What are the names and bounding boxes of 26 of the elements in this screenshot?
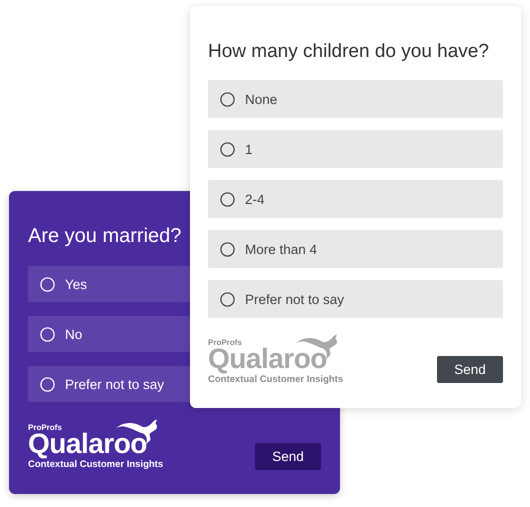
radio-icon <box>220 142 235 156</box>
radio-icon <box>40 276 55 292</box>
logo-tagline: Contextual Customer Insights <box>208 374 344 385</box>
answer-option[interactable]: 2-4 <box>208 180 503 218</box>
logo-tagline: Contextual Customer Insights <box>28 459 164 470</box>
answer-option[interactable]: No <box>28 316 190 352</box>
radio-icon <box>40 326 55 342</box>
logo-caption: ProProfs <box>28 423 63 432</box>
radio-icon <box>220 92 235 106</box>
radio-icon <box>40 376 55 392</box>
answer-option[interactable]: Yes <box>28 266 190 302</box>
logo-wordmark: Qualaroo <box>28 432 147 456</box>
send-button[interactable]: Send <box>437 356 503 383</box>
survey-question: Are you married? <box>28 224 182 248</box>
radio-icon <box>220 242 235 256</box>
logo-wordmark: Qualaroo <box>208 347 327 371</box>
radio-icon <box>220 292 235 306</box>
answer-option[interactable]: 1 <box>208 130 503 168</box>
logo-caption: ProProfs <box>208 338 243 347</box>
survey-question: How many children do you have? <box>208 40 490 64</box>
send-button[interactable]: Send <box>255 443 321 470</box>
radio-icon <box>220 192 235 206</box>
answer-option[interactable]: More than 4 <box>208 230 503 268</box>
answer-option[interactable]: Prefer not to say <box>28 366 190 402</box>
answer-option[interactable]: Prefer not to say <box>208 280 503 318</box>
answer-option[interactable]: None <box>208 80 503 118</box>
